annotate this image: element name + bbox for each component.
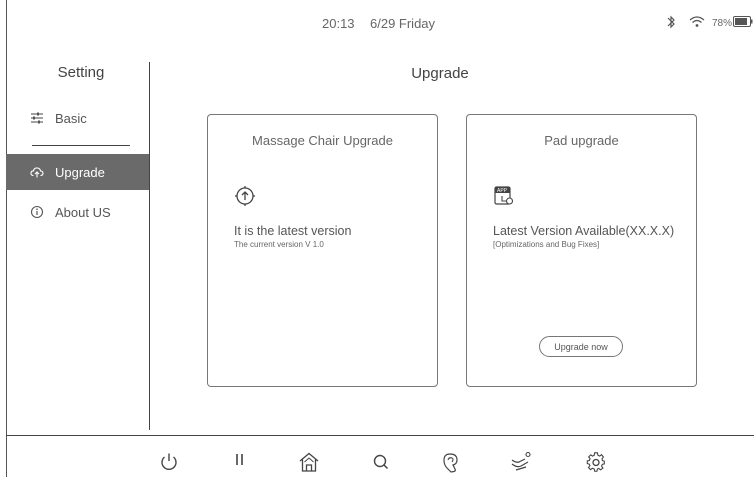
sliders-icon [30, 111, 44, 125]
cloud-upgrade-icon [30, 165, 44, 179]
home-icon[interactable] [298, 451, 320, 473]
pad-upgrade-card: Pad upgrade APP Latest Version Available… [466, 114, 697, 387]
sidebar-item-basic[interactable]: Basic [6, 100, 150, 136]
upgrade-now-button[interactable]: Upgrade now [539, 336, 623, 357]
status-bar: 20:13 6/29 Friday 78% [0, 0, 754, 40]
sidebar-item-about[interactable]: About US [6, 194, 150, 230]
settings-gear-icon[interactable] [585, 451, 607, 473]
bluetooth-icon [665, 14, 677, 30]
chip-upgrade-icon [234, 185, 256, 207]
status-time: 20:13 [322, 16, 355, 31]
card-title: Massage Chair Upgrade [252, 133, 393, 148]
sidebar-item-label: Basic [55, 110, 87, 126]
status-date: 6/29 Friday [370, 16, 436, 31]
chair-upgrade-card: Massage Chair Upgrade It is the latest v… [207, 114, 438, 387]
pad-version-status: Latest Version Available(XX.X.X) [493, 224, 675, 238]
sidebar: Setting Basic Upgrade About US [6, 40, 150, 430]
page-title: Upgrade [411, 65, 469, 82]
info-icon [30, 205, 44, 219]
search-icon[interactable] [370, 451, 392, 473]
massage-hand-icon[interactable] [440, 451, 462, 473]
pad-update-detail: [Optimizations and Bug Fixes] [493, 240, 600, 249]
sidebar-item-label: About US [55, 204, 111, 220]
battery-icon [733, 16, 753, 27]
sidebar-item-upgrade[interactable]: Upgrade [6, 154, 150, 190]
pause-icon[interactable] [229, 451, 251, 473]
sidebar-divider-line [32, 145, 130, 146]
card-title: Pad upgrade [544, 133, 619, 148]
sidebar-divider [149, 62, 150, 430]
chair-current-version: The current version V 1.0 [234, 240, 324, 249]
svg-text:APP: APP [497, 188, 508, 194]
bottom-bar-divider [6, 435, 754, 436]
battery-percent: 78% [712, 18, 733, 29]
sidebar-title: Setting [57, 64, 105, 81]
power-icon[interactable] [158, 451, 180, 473]
chair-version-status: It is the latest version [234, 224, 352, 238]
sidebar-item-label: Upgrade [55, 164, 105, 180]
app-update-icon: APP [493, 185, 515, 207]
wifi-icon [688, 15, 706, 29]
recline-icon[interactable] [510, 451, 532, 473]
